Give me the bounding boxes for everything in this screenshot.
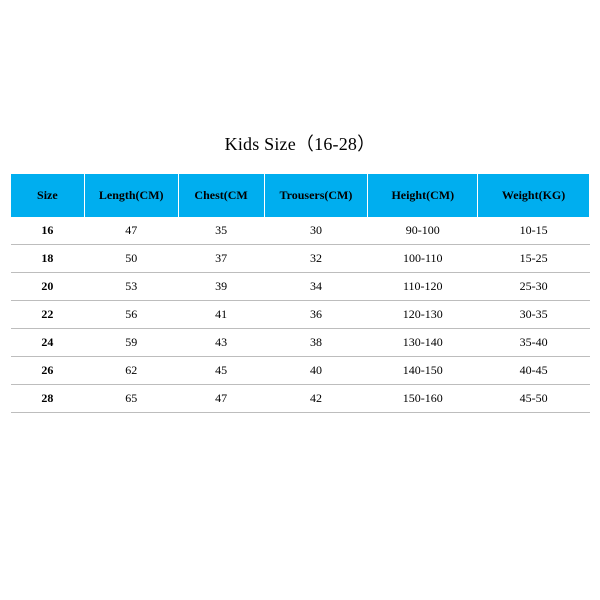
cell-chest: 39 <box>178 273 264 301</box>
cell-length: 47 <box>84 217 178 245</box>
cell-chest: 45 <box>178 357 264 385</box>
cell-size: 24 <box>11 329 85 357</box>
cell-chest: 41 <box>178 301 264 329</box>
cell-weight: 40-45 <box>478 357 590 385</box>
cell-height: 140-150 <box>368 357 478 385</box>
cell-trousers: 36 <box>264 301 368 329</box>
cell-length: 50 <box>84 245 178 273</box>
cell-height: 120-130 <box>368 301 478 329</box>
cell-chest: 37 <box>178 245 264 273</box>
cell-height: 90-100 <box>368 217 478 245</box>
cell-length: 56 <box>84 301 178 329</box>
col-size: Size <box>11 174 85 217</box>
table-row: 28 65 47 42 150-160 45-50 <box>11 385 590 413</box>
cell-chest: 43 <box>178 329 264 357</box>
cell-weight: 15-25 <box>478 245 590 273</box>
cell-size: 20 <box>11 273 85 301</box>
cell-length: 62 <box>84 357 178 385</box>
cell-height: 130-140 <box>368 329 478 357</box>
cell-height: 100-110 <box>368 245 478 273</box>
cell-trousers: 34 <box>264 273 368 301</box>
cell-trousers: 30 <box>264 217 368 245</box>
cell-chest: 35 <box>178 217 264 245</box>
col-length: Length(CM) <box>84 174 178 217</box>
table-body: 16 47 35 30 90-100 10-15 18 50 37 32 100… <box>11 217 590 413</box>
cell-size: 18 <box>11 245 85 273</box>
size-chart-page: Kids Size（16-28） Size Length(CM) Chest(C… <box>0 0 600 600</box>
table-row: 24 59 43 38 130-140 35-40 <box>11 329 590 357</box>
cell-trousers: 42 <box>264 385 368 413</box>
cell-weight: 10-15 <box>478 217 590 245</box>
table-row: 22 56 41 36 120-130 30-35 <box>11 301 590 329</box>
cell-size: 26 <box>11 357 85 385</box>
cell-length: 59 <box>84 329 178 357</box>
col-trousers: Trousers(CM) <box>264 174 368 217</box>
cell-size: 28 <box>11 385 85 413</box>
cell-trousers: 40 <box>264 357 368 385</box>
cell-size: 16 <box>11 217 85 245</box>
col-chest: Chest(CM <box>178 174 264 217</box>
table-row: 26 62 45 40 140-150 40-45 <box>11 357 590 385</box>
table-row: 18 50 37 32 100-110 15-25 <box>11 245 590 273</box>
cell-trousers: 32 <box>264 245 368 273</box>
col-height: Height(CM) <box>368 174 478 217</box>
size-chart-table: Size Length(CM) Chest(CM Trousers(CM) He… <box>10 174 590 413</box>
cell-size: 22 <box>11 301 85 329</box>
cell-height: 110-120 <box>368 273 478 301</box>
table-row: 16 47 35 30 90-100 10-15 <box>11 217 590 245</box>
col-weight: Weight(KG) <box>478 174 590 217</box>
cell-height: 150-160 <box>368 385 478 413</box>
chart-title: Kids Size（16-28） <box>0 130 600 156</box>
cell-trousers: 38 <box>264 329 368 357</box>
cell-length: 65 <box>84 385 178 413</box>
cell-chest: 47 <box>178 385 264 413</box>
table-row: 20 53 39 34 110-120 25-30 <box>11 273 590 301</box>
cell-weight: 45-50 <box>478 385 590 413</box>
cell-weight: 25-30 <box>478 273 590 301</box>
table-header-row: Size Length(CM) Chest(CM Trousers(CM) He… <box>11 174 590 217</box>
table-header: Size Length(CM) Chest(CM Trousers(CM) He… <box>11 174 590 217</box>
cell-weight: 30-35 <box>478 301 590 329</box>
cell-weight: 35-40 <box>478 329 590 357</box>
cell-length: 53 <box>84 273 178 301</box>
